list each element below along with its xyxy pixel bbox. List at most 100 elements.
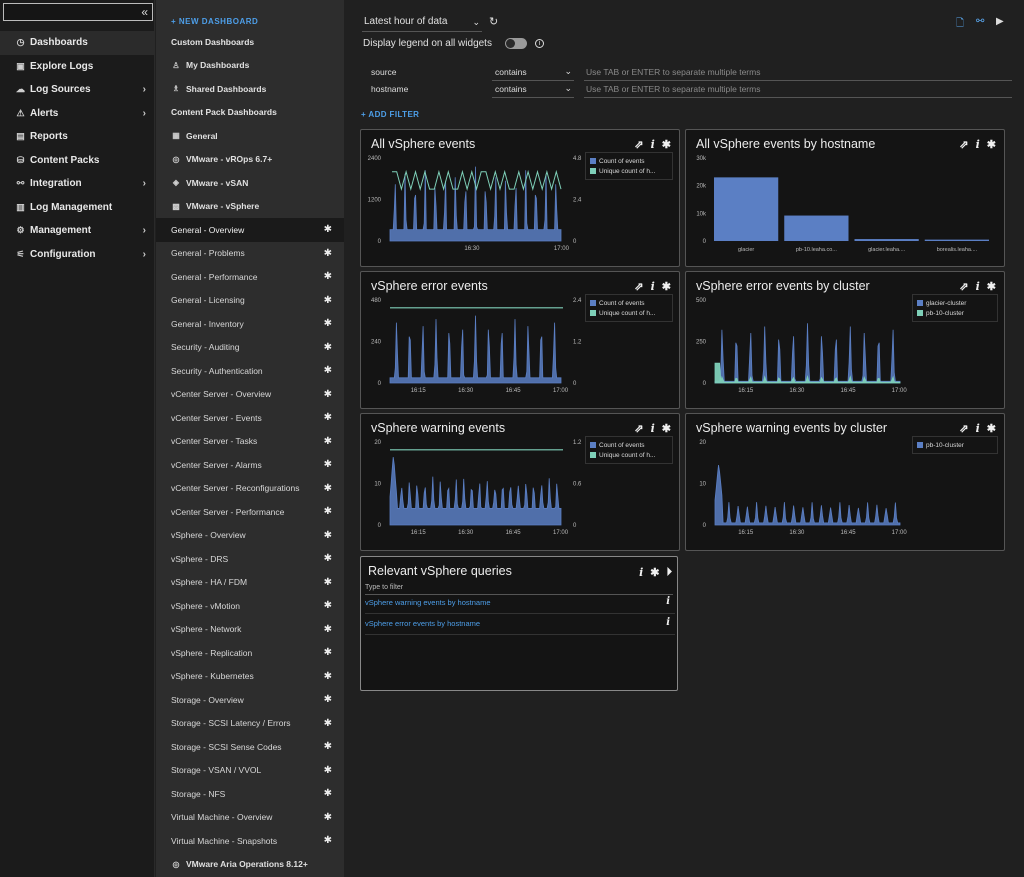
series-area[interactable]	[714, 465, 901, 526]
legend-entry[interactable]: glacier-cluster	[917, 298, 993, 308]
gear-icon[interactable]: ✱	[324, 483, 332, 494]
nav-item-alerts[interactable]: ⚠ Alerts ›	[0, 102, 155, 126]
nav-item-log-sources[interactable]: ☁ Log Sources ›	[0, 78, 155, 102]
dashboard-list-item[interactable]: vSphere - Replication ✱	[156, 641, 344, 665]
filter-value-input[interactable]: Use TAB or ENTER to separate multiple te…	[584, 82, 1012, 98]
dashboard-list-item[interactable]: vCenter Server - Tasks ✱	[156, 430, 344, 454]
nav-item-configuration[interactable]: ⚟ Configuration ›	[0, 243, 155, 267]
legend-entry[interactable]: Unique count of h...	[590, 166, 668, 176]
gear-icon[interactable]: ✱	[324, 224, 332, 235]
dashboard-list-item[interactable]: Storage - NFS ✱	[156, 782, 344, 806]
info-icon[interactable]: i	[534, 39, 544, 48]
bar[interactable]	[924, 239, 989, 241]
dashboard-list-item[interactable]: vCenter Server - Events ✱	[156, 406, 344, 430]
chevron-right-icon[interactable]: ›	[143, 84, 146, 95]
filter-operator-select[interactable]: contains ⌄	[492, 65, 574, 81]
dashboard-list-item[interactable]: vSphere - HA / FDM ✱	[156, 571, 344, 595]
gear-icon[interactable]: ✱	[324, 248, 332, 259]
series-area[interactable]	[389, 315, 562, 384]
gear-icon[interactable]: ✱	[324, 577, 332, 588]
dashboard-list-item[interactable]: General - Inventory ✱	[156, 312, 344, 336]
chevron-right-icon[interactable]: ›	[143, 225, 146, 236]
gear-icon[interactable]: ✱	[324, 530, 332, 541]
gear-icon[interactable]: ✱	[324, 788, 332, 799]
nav-item-explore-logs[interactable]: ▣ Explore Logs	[0, 55, 155, 79]
dashboard-list-item[interactable]: ♙ My Dashboards	[156, 54, 344, 78]
info-icon[interactable]: i	[666, 617, 670, 628]
dashboard-list-item[interactable]: ◎ VMware - vROps 6.7+	[156, 148, 344, 172]
bar[interactable]	[784, 215, 849, 241]
legend-entry[interactable]: Count of events	[590, 156, 668, 166]
dashboard-list-item[interactable]: Storage - Overview ✱	[156, 688, 344, 712]
dashboard-list-item[interactable]: ◈ VMware - vSAN	[156, 171, 344, 195]
nav-item-log-management[interactable]: ▥ Log Management	[0, 196, 155, 220]
nav-item-reports[interactable]: ▤ Reports	[0, 125, 155, 149]
gear-icon[interactable]: ✱	[324, 459, 332, 470]
dashboard-list-item[interactable]: Virtual Machine - Snapshots ✱	[156, 829, 344, 853]
time-range-select[interactable]: Latest hour of data ⌄	[362, 14, 482, 32]
collapse-nav-icon[interactable]: «	[141, 5, 148, 19]
export-icon[interactable]: 🗋	[956, 16, 964, 33]
refresh-icon[interactable]: ↻	[489, 15, 498, 28]
gear-icon[interactable]: ✱	[324, 412, 332, 423]
dashboard-list-item[interactable]: Security - Auditing ✱	[156, 336, 344, 360]
gear-icon[interactable]: ✱	[324, 718, 332, 729]
bar[interactable]	[854, 239, 919, 241]
dashboard-list-item[interactable]: vCenter Server - Overview ✱	[156, 383, 344, 407]
dashboard-list-item[interactable]: General - Problems ✱	[156, 242, 344, 266]
series-area[interactable]	[389, 166, 562, 242]
gear-icon[interactable]: ✱	[324, 506, 332, 517]
dashboard-list-item[interactable]: vSphere - vMotion ✱	[156, 594, 344, 618]
legend-toggle[interactable]	[504, 38, 527, 49]
share-icon[interactable]: ⚯	[976, 16, 984, 27]
gear-icon[interactable]: ✱	[324, 553, 332, 564]
chevron-right-icon[interactable]: ›	[143, 108, 146, 119]
legend-entry[interactable]: Unique count of h...	[590, 308, 668, 318]
dashboard-list-item[interactable]: General - Overview ✱	[156, 218, 344, 242]
dashboard-list-item[interactable]: vSphere - Overview ✱	[156, 524, 344, 548]
gear-icon[interactable]: ✱	[324, 741, 332, 752]
nav-search-input[interactable]: «	[3, 3, 153, 21]
series-area[interactable]	[714, 323, 901, 384]
chevron-right-icon[interactable]: ›	[143, 249, 146, 260]
gear-icon[interactable]: ✱	[324, 671, 332, 682]
filter-value-input[interactable]: Use TAB or ENTER to separate multiple te…	[584, 65, 1012, 81]
gear-icon[interactable]: ✱	[324, 271, 332, 282]
query-link[interactable]: vSphere error events by hostname	[365, 619, 480, 628]
bar[interactable]	[714, 177, 779, 241]
dashboard-list-item[interactable]: Virtual Machine - Overview ✱	[156, 806, 344, 830]
legend-entry[interactable]: pb-10-cluster	[917, 440, 993, 450]
gear-icon[interactable]: ✱	[324, 436, 332, 447]
gear-icon[interactable]: ✱	[324, 389, 332, 400]
dashboard-list-item[interactable]: vCenter Server - Alarms ✱	[156, 453, 344, 477]
dashboard-list-item[interactable]: Storage - SCSI Sense Codes ✱	[156, 735, 344, 759]
legend-entry[interactable]: Unique count of h...	[590, 450, 668, 460]
gear-icon[interactable]: ✱	[324, 295, 332, 306]
dashboard-list-item[interactable]: ▦ General	[156, 124, 344, 148]
legend-entry[interactable]: Count of events	[590, 298, 668, 308]
nav-item-management[interactable]: ⚙ Management ›	[0, 219, 155, 243]
dashboard-list-item[interactable]: Storage - VSAN / VVOL ✱	[156, 759, 344, 783]
chevron-right-icon[interactable]: ›	[143, 178, 146, 189]
gear-icon[interactable]: ✱	[324, 835, 332, 846]
gear-icon[interactable]: ✱	[324, 600, 332, 611]
dashboard-list-item[interactable]: vSphere - Kubernetes ✱	[156, 665, 344, 689]
filter-operator-select[interactable]: contains ⌄	[492, 82, 574, 98]
query-item[interactable]: vSphere error events by hostname i	[365, 615, 675, 635]
run-icon[interactable]: ⏵	[667, 566, 673, 579]
dashboard-list-item[interactable]: Security - Authentication ✱	[156, 359, 344, 383]
dashboard-list-item[interactable]: General - Performance ✱	[156, 265, 344, 289]
info-icon[interactable]: i	[639, 566, 643, 579]
dashboard-list-item[interactable]: ◎ VMware Aria Operations 8.12+	[156, 853, 344, 877]
dashboard-list-item[interactable]: ♗ Shared Dashboards	[156, 77, 344, 101]
series-area[interactable]	[389, 457, 562, 526]
dashboard-list-item[interactable]: vCenter Server - Reconfigurations ✱	[156, 477, 344, 501]
series-line[interactable]	[392, 169, 562, 192]
dashboard-list-item[interactable]: vCenter Server - Performance ✱	[156, 500, 344, 524]
nav-item-dashboards[interactable]: ◷ Dashboards	[0, 31, 155, 55]
query-item[interactable]: vSphere warning events by hostname i	[365, 594, 675, 614]
info-icon[interactable]: i	[666, 596, 670, 607]
gear-icon[interactable]: ✱	[324, 365, 332, 376]
gear-icon[interactable]: ✱	[324, 342, 332, 353]
dashboard-list-item[interactable]: vSphere - DRS ✱	[156, 547, 344, 571]
